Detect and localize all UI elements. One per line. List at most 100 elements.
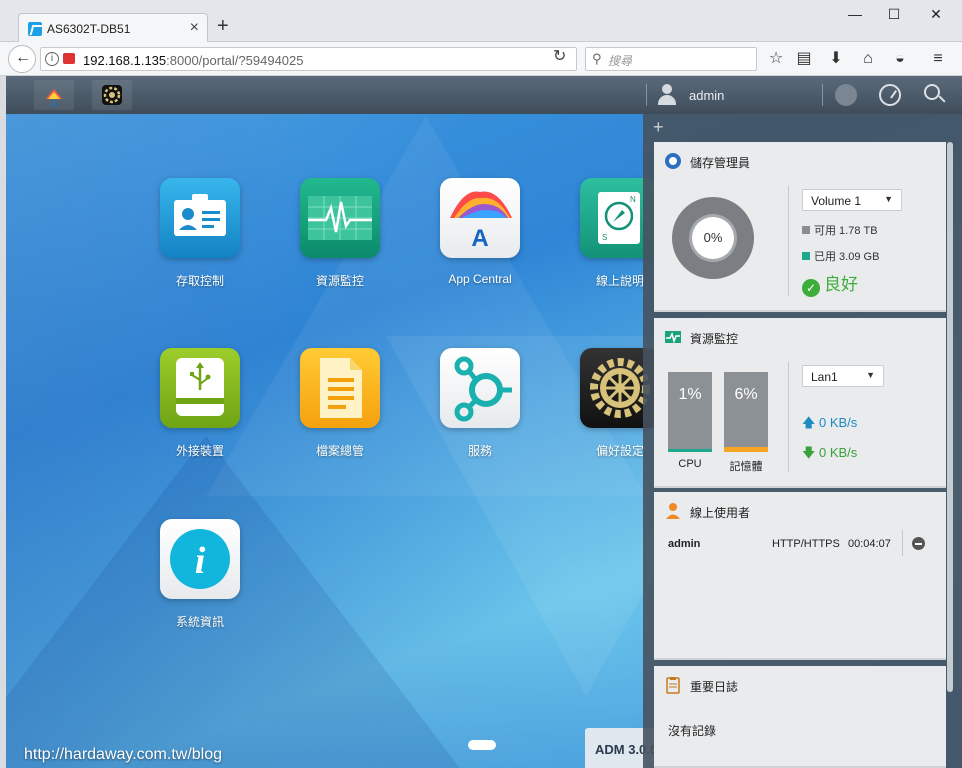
window-close-button[interactable]: ✕ [926,6,946,23]
window-minimize-button[interactable]: — [845,6,865,22]
cpu-meter: 1% [668,372,712,452]
notification-icon[interactable] [835,84,857,106]
search-placeholder: 搜尋 [608,54,633,68]
volume-select-value: Volume 1 [811,194,862,208]
search-icon[interactable] [924,84,940,100]
dashboard-icon[interactable] [879,84,901,106]
storage-used-text: 已用 3.09 GB [814,251,880,263]
storage-available-text: 可用 1.78 TB [814,225,878,237]
divider [788,186,789,296]
storage-manager-icon [665,153,681,169]
tab-title: AS6302T-DB51 [47,22,131,36]
taskbar-preferences[interactable] [92,80,132,110]
reload-icon[interactable]: ↻ [553,46,566,66]
home-icon[interactable]: ⌂ [858,49,878,69]
info-icon[interactable]: i [45,52,59,66]
download-rate-text: 0 KB/s [819,445,858,460]
app-services[interactable]: 服務 [425,348,535,459]
adm-taskbar: A admin [6,76,962,114]
svg-text:A: A [51,99,57,109]
app-app-central[interactable]: A App Central [425,178,535,286]
svg-text:i: i [195,540,206,582]
app-label: 資源監控 [315,274,364,288]
url-path: :8000/portal/?59494025 [166,53,304,68]
preferences-icon [102,85,122,105]
storage-used: 已用 3.09 GB [802,248,879,264]
memory-meter: 6% [724,372,768,452]
url-host: 192.168.1.135 [83,53,167,68]
window-maximize-button[interactable]: ☐ [884,6,904,23]
app-resource-monitor[interactable]: 資源監控 [285,178,395,289]
app-label: 檔案總管 [315,444,364,458]
browser-tab-active[interactable]: AS6302T-DB51 × [18,13,208,43]
insecure-lock-icon[interactable] [63,53,75,64]
user-icon [666,503,680,519]
available-swatch [802,226,810,234]
widget-panel: + 儲存管理員 0% Volume 1 ▼ 可用 1.78 TB 已用 3.09… [643,114,962,768]
add-widget-button[interactable]: + [653,117,664,138]
back-button[interactable] [8,45,36,73]
cpu-label: CPU [678,458,702,470]
memory-meter-fill [724,447,768,452]
online-user-protocol: HTTP/HTTPS [772,538,840,550]
new-tab-button[interactable]: + [217,16,229,36]
divider [788,362,789,472]
app-file-explorer[interactable]: 檔案總管 [285,348,395,459]
browser-tab-bar: AS6302T-DB51 × + — ☐ ✕ [0,0,962,43]
upload-rate: 🡅 0 KB/s [802,414,857,436]
app-label: 外接裝置 [175,444,224,458]
memory-label: 記憶體 [729,461,763,473]
menu-icon[interactable]: ≡ [928,49,948,69]
app-label: App Central [448,272,512,286]
system-info-icon: i [160,519,240,599]
current-user[interactable]: admin [689,88,724,103]
app-external-devices[interactable]: 外接裝置 [145,348,255,459]
taskbar-separator [822,84,823,106]
app-system-info[interactable]: i 系統資訊 [145,519,255,630]
volume-select[interactable]: Volume 1 ▼ [802,189,902,211]
star-icon[interactable]: ☆ [766,49,786,69]
disconnect-user-icon[interactable] [912,537,925,550]
download-icon[interactable]: ⬇ [826,49,846,69]
upload-arrow-icon: 🡅 [802,415,816,430]
download-rate: 🡇 0 KB/s [802,444,857,466]
important-log-widget: 重要日誌 沒有記錄 [654,666,946,768]
app-access-control[interactable]: 存取控制 [145,178,255,289]
chevron-down-icon: ▼ [884,194,893,204]
resource-widget-title: 資源監控 [690,332,739,346]
network-interface-value: Lan1 [811,370,838,384]
resource-monitor-icon [665,331,681,344]
svg-text:N: N [630,195,636,204]
address-bar[interactable]: i 192.168.1.135:8000/portal/?59494025 [40,47,577,71]
file-explorer-icon [300,348,380,428]
download-arrow-icon: 🡇 [802,445,816,460]
browser-search-box[interactable]: ⚲ 搜尋 [585,47,757,71]
network-interface-select[interactable]: Lan1 ▼ [802,365,884,387]
desktop-page-indicator[interactable] [468,740,496,750]
storage-usage-percent: 0% [703,230,723,245]
services-icon [440,348,520,428]
memory-value: 6% [734,386,758,403]
url-text: 192.168.1.135:8000/portal/?59494025 [83,53,304,68]
online-user-row: admin HTTP/HTTPS 00:04:07 [668,530,938,556]
pocket-icon[interactable]: ◒ [890,49,910,69]
cpu-meter-fill [668,449,712,452]
svg-text:A: A [471,225,488,252]
online-user-name: admin [668,538,701,550]
widget-panel-scrollbar[interactable] [947,142,953,692]
app-label: 服務 [467,444,492,458]
tab-close-icon[interactable]: × [190,19,199,37]
user-icon[interactable] [656,84,678,106]
storage-status: ✓ 良好 [802,270,858,297]
online-users-widget: 線上使用者 admin HTTP/HTTPS 00:04:07 [654,492,946,660]
taskbar-app-central[interactable]: A [34,80,74,110]
check-icon: ✓ [802,279,820,297]
access-control-icon [160,178,240,258]
clipboard-icon[interactable]: ▤ [794,49,814,69]
clipboard-icon [666,677,680,694]
divider [902,530,903,556]
online-users-title: 線上使用者 [690,506,751,520]
watermark: http://hardaway.com.tw/blog [24,746,223,763]
storage-manager-widget: 儲存管理員 0% Volume 1 ▼ 可用 1.78 TB 已用 3.09 G… [654,142,946,312]
storage-available: 可用 1.78 TB [802,222,878,238]
